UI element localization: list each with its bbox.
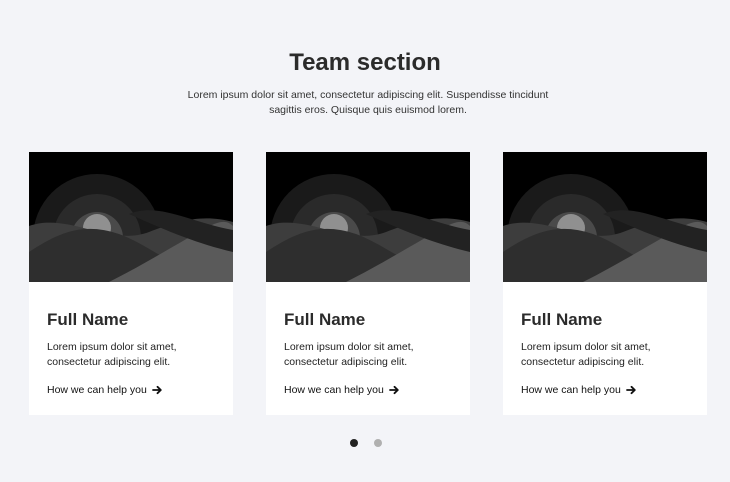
- landscape-illustration: [503, 152, 707, 282]
- member-name: Full Name: [47, 310, 129, 329]
- team-card: Full Name Lorem ipsum dolor sit amet, co…: [503, 152, 707, 415]
- help-link[interactable]: How we can help you: [521, 383, 636, 397]
- section-subtitle: Lorem ipsum dolor sit amet, consectetur …: [187, 89, 549, 116]
- member-name: Full Name: [521, 310, 603, 329]
- pagination-dot-2[interactable]: [374, 439, 382, 447]
- team-card: Full Name Lorem ipsum dolor sit amet, co…: [266, 152, 470, 415]
- help-link-label: How we can help you: [284, 384, 384, 396]
- help-link-label: How we can help you: [521, 384, 621, 396]
- carousel-pagination: [350, 439, 382, 447]
- section-title: Team section: [289, 49, 441, 76]
- landscape-illustration: [266, 152, 470, 282]
- team-card: Full Name Lorem ipsum dolor sit amet, co…: [29, 152, 233, 415]
- landscape-illustration: [29, 152, 233, 282]
- help-link[interactable]: How we can help you: [47, 383, 162, 397]
- help-link-label: How we can help you: [47, 384, 147, 396]
- member-description: Lorem ipsum dolor sit amet, consectetur …: [284, 341, 414, 368]
- arrow-right-icon: [388, 385, 399, 395]
- help-link[interactable]: How we can help you: [284, 383, 399, 397]
- member-description: Lorem ipsum dolor sit amet, consectetur …: [521, 341, 651, 368]
- member-name: Full Name: [284, 310, 366, 329]
- arrow-right-icon: [151, 385, 162, 395]
- pagination-dot-1[interactable]: [350, 439, 358, 447]
- arrow-right-icon: [625, 385, 636, 395]
- member-description: Lorem ipsum dolor sit amet, consectetur …: [47, 341, 177, 368]
